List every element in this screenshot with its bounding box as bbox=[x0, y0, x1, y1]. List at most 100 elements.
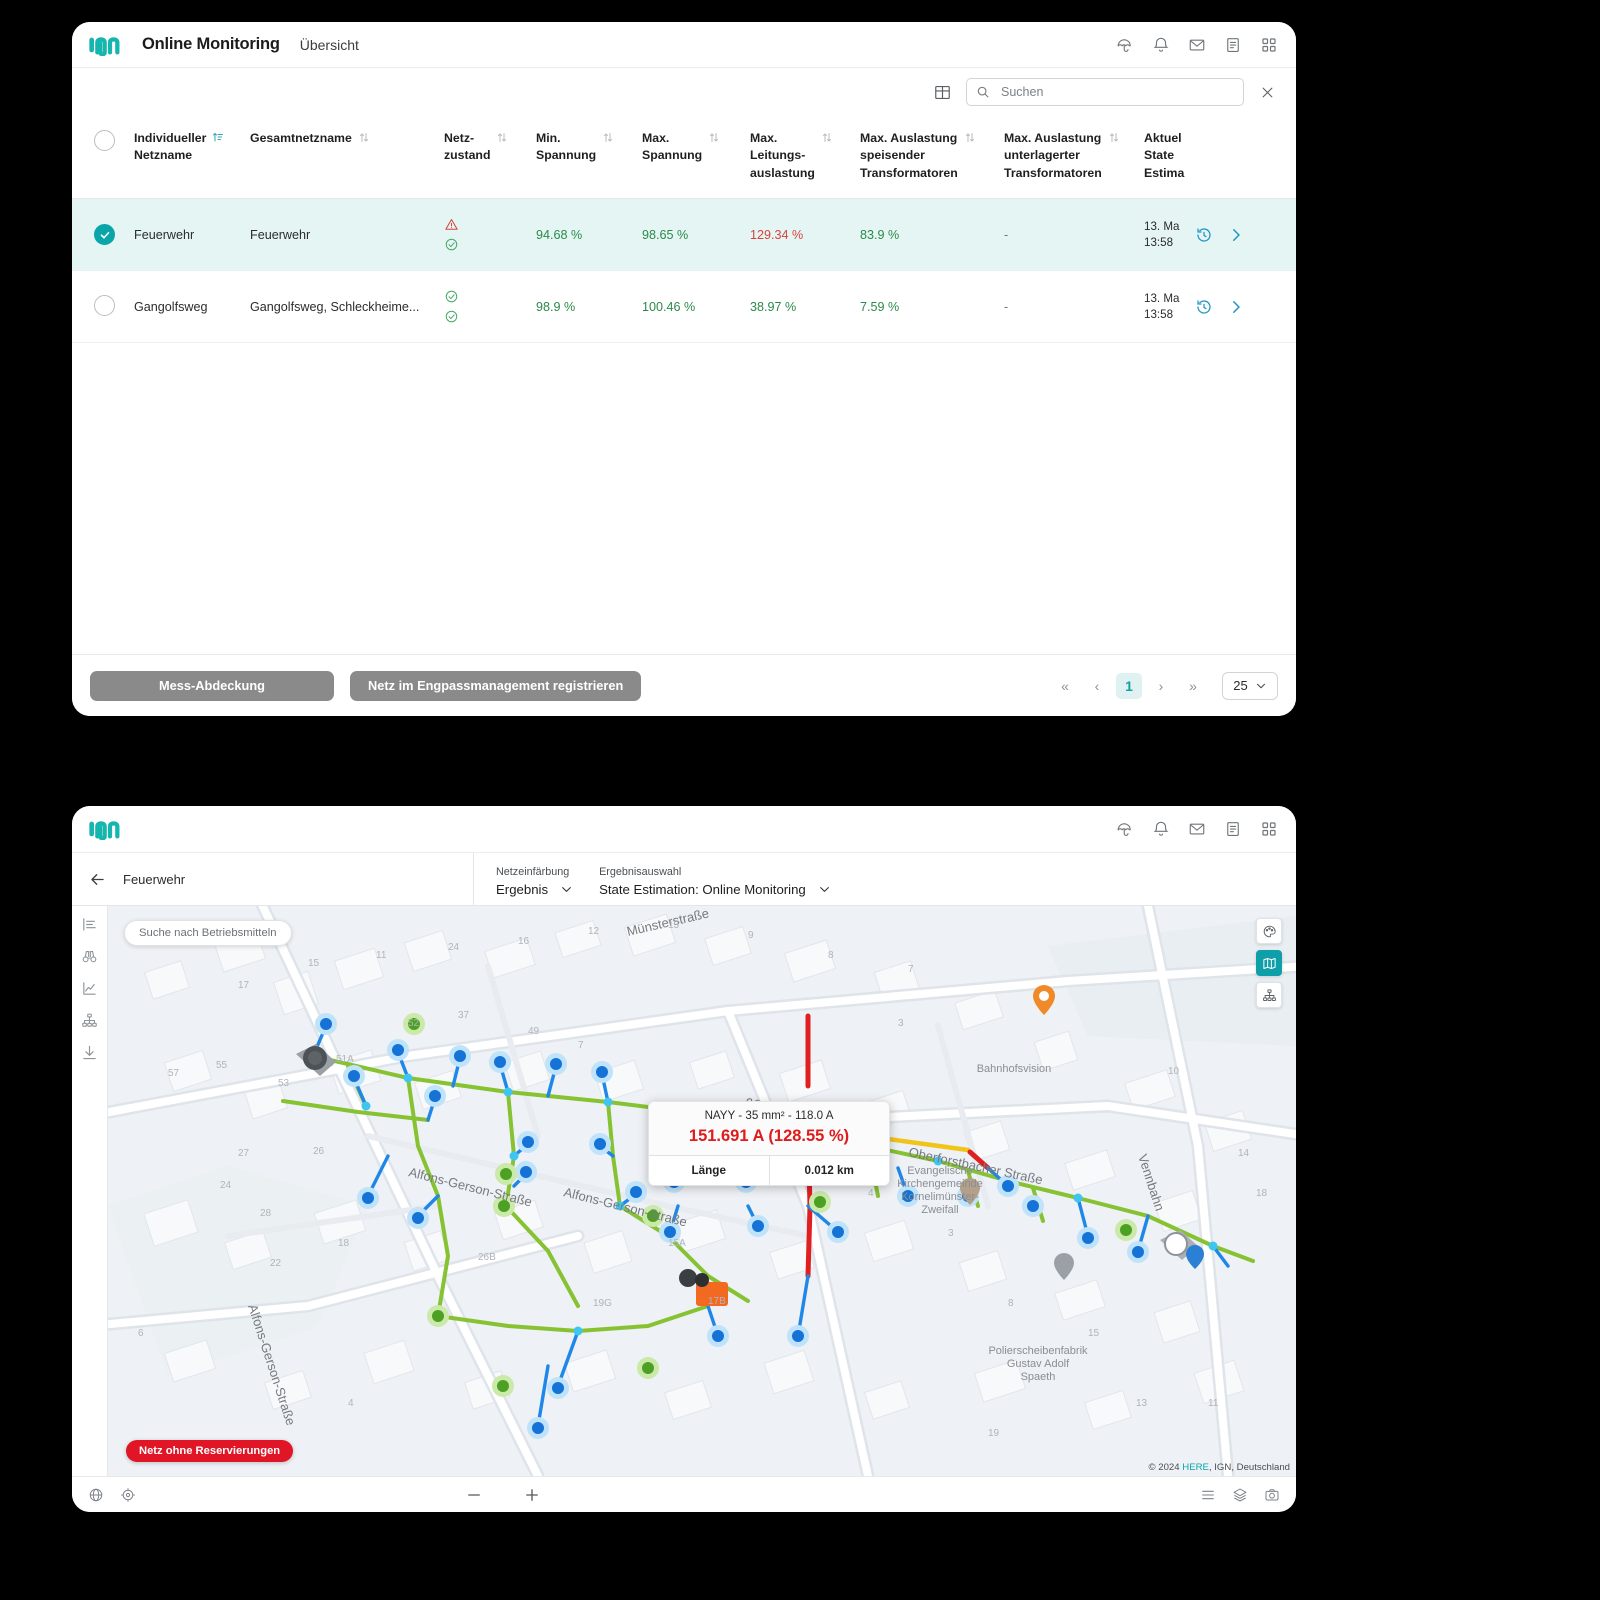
engpassmanagement-register-button[interactable]: Netz im Engpassmanagement registrieren bbox=[350, 670, 642, 701]
pagination-page-1[interactable]: 1 bbox=[1116, 672, 1142, 699]
basemap-icon[interactable] bbox=[1256, 950, 1282, 976]
sort-both-icon[interactable] bbox=[821, 131, 833, 144]
umbrella-icon[interactable] bbox=[1116, 820, 1134, 838]
col-label: Max. Auslastung unterlagerter Transforma… bbox=[1004, 131, 1102, 180]
col-netzzustand[interactable]: Netz- zustand bbox=[444, 116, 536, 200]
cell-max-auslastung-speisender: 7.59 % bbox=[860, 299, 900, 314]
col-min-spannung[interactable]: Min. Spannung bbox=[536, 116, 642, 200]
col-max-auslastung-unterlagerter[interactable]: Max. Auslastung unterlagerter Transforma… bbox=[1004, 116, 1144, 200]
document-icon[interactable] bbox=[1224, 820, 1242, 838]
ergebnisauswahl-field: Ergebnisauswahl State Estimation: Online… bbox=[599, 866, 831, 897]
pagination-prev[interactable]: ‹ bbox=[1084, 673, 1110, 699]
table-layout-icon[interactable] bbox=[930, 80, 954, 104]
bell-icon[interactable] bbox=[1152, 36, 1170, 54]
sort-both-icon[interactable] bbox=[602, 131, 614, 144]
globe-icon[interactable] bbox=[88, 1487, 104, 1503]
close-icon[interactable] bbox=[1256, 81, 1278, 103]
chevron-down-icon bbox=[562, 887, 571, 892]
ergebnisauswahl-label: Ergebnisauswahl bbox=[599, 866, 682, 878]
col-label: Gesamtnetzname bbox=[250, 131, 352, 145]
mail-icon[interactable] bbox=[1188, 36, 1206, 54]
map-area: Münsterstraße Alfons-Gerson-Straße Alfon… bbox=[72, 906, 1296, 1476]
topology-icon[interactable] bbox=[81, 1012, 98, 1029]
umbrella-icon[interactable] bbox=[1116, 36, 1134, 54]
chevron-down-icon bbox=[1256, 683, 1265, 688]
col-label: Aktuel State Estima bbox=[1144, 131, 1185, 180]
row-select-cell bbox=[72, 271, 134, 343]
line-chart-icon[interactable] bbox=[81, 980, 98, 997]
col-max-spannung[interactable]: Max. Spannung bbox=[642, 116, 750, 200]
mail-icon[interactable] bbox=[1188, 820, 1206, 838]
cell-max-spannung: 100.46 % bbox=[642, 299, 696, 314]
layers-icon[interactable] bbox=[1232, 1487, 1248, 1503]
tooltip-head: NAYY - 35 mm² - 118.0 A 151.691 A (128.5… bbox=[649, 1102, 889, 1155]
svg-text:3: 3 bbox=[948, 1228, 954, 1239]
app-title: Online Monitoring bbox=[142, 35, 280, 53]
bell-icon[interactable] bbox=[1152, 820, 1170, 838]
zoom-in-button[interactable] bbox=[523, 1486, 541, 1504]
page-size-select[interactable]: 25 bbox=[1222, 671, 1278, 700]
pagination-first[interactable]: « bbox=[1052, 673, 1078, 699]
col-max-auslastung-speisender[interactable]: Max. Auslastung speisender Transformator… bbox=[860, 116, 1004, 200]
svg-text:51A: 51A bbox=[336, 1054, 354, 1065]
crosshair-icon[interactable] bbox=[120, 1487, 136, 1503]
map-search-box[interactable] bbox=[124, 920, 292, 946]
poi-label: Kornelimünster- bbox=[901, 1191, 979, 1203]
snapshot-icon[interactable] bbox=[1264, 1487, 1280, 1503]
map-footer bbox=[72, 1476, 1296, 1512]
download-icon[interactable] bbox=[81, 1044, 98, 1061]
history-icon[interactable] bbox=[1195, 298, 1213, 316]
legend-list-icon[interactable] bbox=[1200, 1487, 1216, 1503]
document-icon[interactable] bbox=[1224, 36, 1242, 54]
sort-both-icon[interactable] bbox=[708, 131, 720, 144]
map-controls bbox=[1256, 918, 1282, 1008]
zoom-out-button[interactable] bbox=[465, 1486, 483, 1504]
map-footer-right bbox=[1200, 1487, 1280, 1503]
envelio-logo-icon bbox=[88, 34, 128, 56]
arrow-left-icon[interactable] bbox=[88, 870, 107, 889]
chevron-right-icon[interactable] bbox=[1227, 298, 1245, 316]
sort-both-icon[interactable] bbox=[964, 131, 976, 144]
svg-text:27: 27 bbox=[238, 1148, 250, 1159]
map-canvas[interactable]: Münsterstraße Alfons-Gerson-Straße Alfon… bbox=[108, 906, 1296, 1476]
apps-grid-icon[interactable] bbox=[1260, 820, 1278, 838]
col-label: Min. Spannung bbox=[536, 131, 597, 163]
search-box[interactable] bbox=[966, 78, 1244, 106]
netzeinfaerbung-field: Netzeinfärbung Ergebnis bbox=[496, 866, 573, 897]
sort-asc-icon[interactable] bbox=[212, 131, 224, 143]
table-window: Online Monitoring Übersicht Suchen Indiv… bbox=[72, 22, 1296, 716]
cell-netzzustand bbox=[444, 199, 536, 271]
svg-text:3: 3 bbox=[898, 1018, 904, 1029]
map-search-input[interactable] bbox=[137, 926, 279, 940]
palette-icon[interactable] bbox=[1256, 918, 1282, 944]
sort-both-icon[interactable] bbox=[1108, 131, 1120, 144]
history-icon[interactable] bbox=[1195, 226, 1213, 244]
col-max-leitungsauslastung[interactable]: Max. Leitungs- auslastung bbox=[750, 116, 860, 200]
col-individueller-netzname[interactable]: Individueller Netzname bbox=[134, 116, 250, 200]
bar-chart-icon[interactable] bbox=[81, 916, 98, 933]
chevron-right-icon[interactable] bbox=[1227, 226, 1245, 244]
select-all-checkbox[interactable] bbox=[94, 130, 115, 151]
search-input[interactable] bbox=[999, 84, 1234, 100]
pagination-next[interactable]: › bbox=[1148, 673, 1174, 699]
svg-text:28: 28 bbox=[260, 1208, 272, 1219]
attribution-prefix: © 2024 bbox=[1148, 1462, 1183, 1473]
ergebnisauswahl-select[interactable]: State Estimation: Online Monitoring bbox=[599, 882, 831, 897]
col-gesamtnetzname[interactable]: Gesamtnetzname bbox=[250, 116, 444, 200]
table-row[interactable]: Feuerwehr Feuerwehr 94.68 % 98.65 % 129.… bbox=[72, 198, 1296, 271]
attribution-link[interactable]: HERE bbox=[1182, 1462, 1209, 1473]
netzeinfaerbung-select[interactable]: Ergebnis bbox=[496, 882, 573, 897]
map-window: Feuerwehr Netzeinfärbung Ergebnis Ergebn… bbox=[72, 806, 1296, 1512]
sort-both-icon[interactable] bbox=[358, 131, 370, 144]
topology-layers-icon[interactable] bbox=[1256, 982, 1282, 1008]
binoculars-icon[interactable] bbox=[81, 948, 98, 965]
row-checkbox-checked[interactable] bbox=[94, 224, 115, 246]
svg-text:55: 55 bbox=[216, 1060, 228, 1071]
table-row[interactable]: Gangolfsweg Gangolfsweg, Schleckheime... bbox=[72, 271, 1296, 343]
apps-grid-icon[interactable] bbox=[1260, 36, 1278, 54]
col-label: Individueller Netzname bbox=[134, 131, 207, 163]
row-checkbox[interactable] bbox=[94, 294, 115, 316]
mess-abdeckung-button[interactable]: Mess-Abdeckung bbox=[90, 670, 334, 701]
pagination-last[interactable]: » bbox=[1180, 673, 1206, 699]
sort-both-icon[interactable] bbox=[496, 131, 508, 144]
